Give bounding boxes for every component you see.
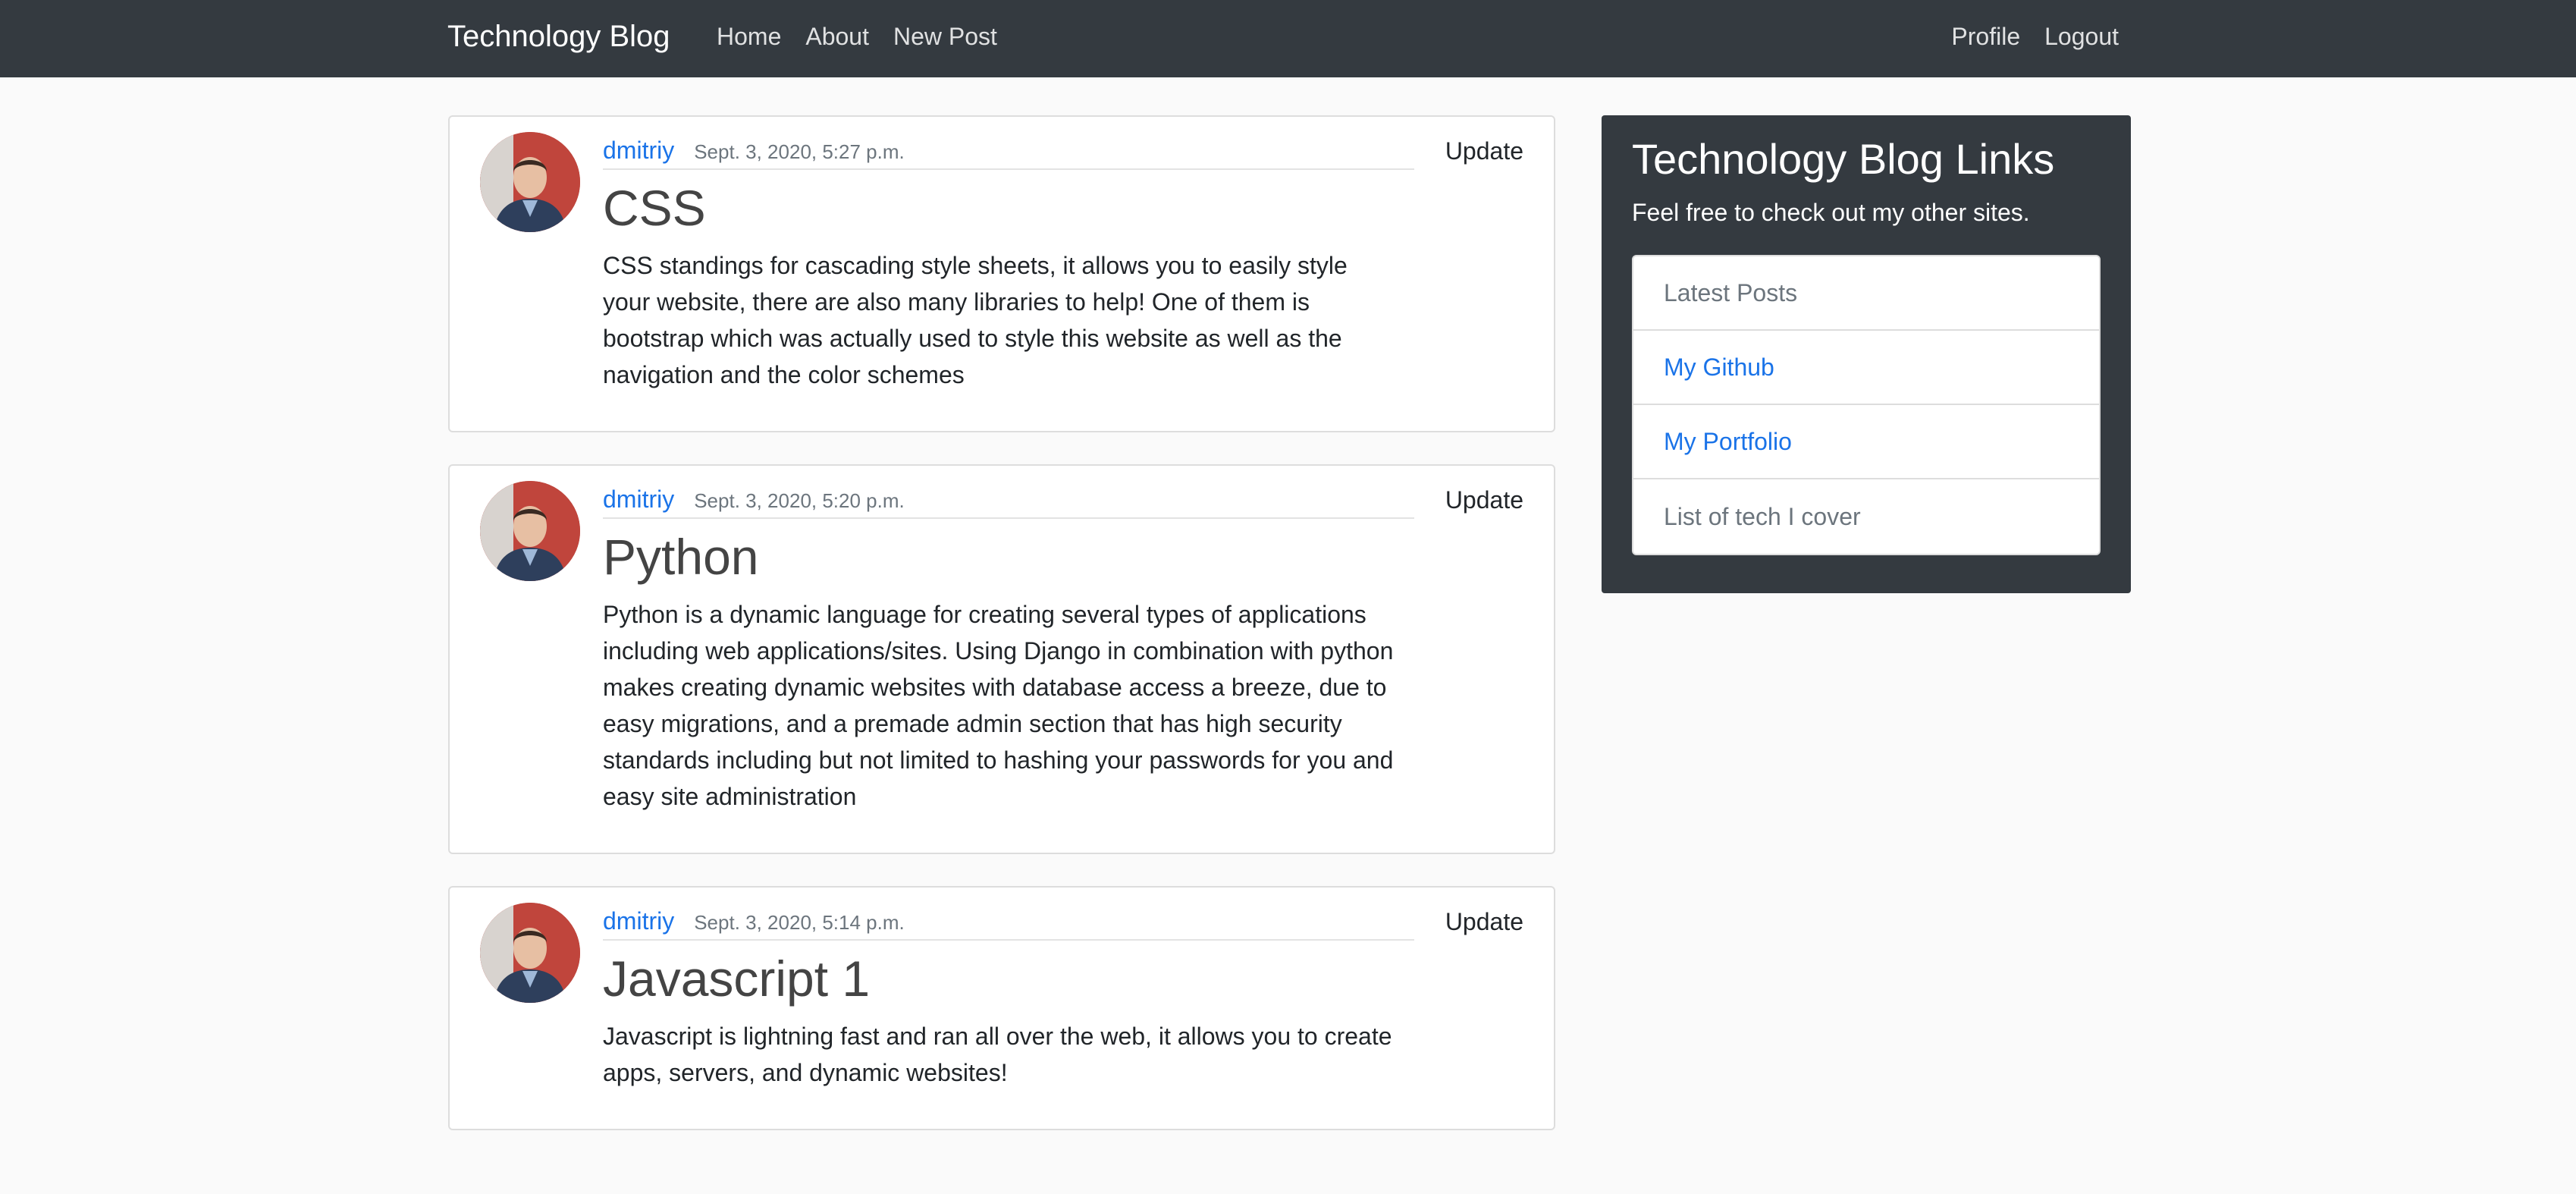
post-meta: dmitriy Sept. 3, 2020, 5:20 p.m. xyxy=(603,481,1414,519)
post-title-link[interactable]: Python xyxy=(603,526,758,587)
avatar-photo-icon xyxy=(480,481,580,581)
author-avatar xyxy=(480,132,580,232)
post-title-link[interactable]: CSS xyxy=(603,178,706,238)
sidebar-panel: Technology Blog Links Feel free to check… xyxy=(1602,115,2131,593)
sidebar-item-latest-posts[interactable]: Latest Posts xyxy=(1633,256,2099,331)
post-card: dmitriy Sept. 3, 2020, 5:20 p.m. Update … xyxy=(448,464,1555,854)
nav-about-link[interactable]: About xyxy=(805,18,869,55)
post-title-link[interactable]: Javascript 1 xyxy=(603,948,870,1009)
post-card: dmitriy Sept. 3, 2020, 5:27 p.m. Update … xyxy=(448,115,1555,432)
post-author-link[interactable]: dmitriy xyxy=(603,132,674,168)
update-post-button[interactable]: Update xyxy=(1445,482,1523,517)
post-date: Sept. 3, 2020, 5:20 p.m. xyxy=(694,489,905,512)
brand-link[interactable]: Technology Blog xyxy=(447,15,670,58)
nav-profile-link[interactable]: Profile xyxy=(1951,18,2020,55)
sidebar-subtitle: Feel free to check out my other sites. xyxy=(1632,199,2030,226)
update-post-button[interactable]: Update xyxy=(1445,904,1523,939)
avatar-photo-icon xyxy=(480,903,580,1003)
post-author-link[interactable]: dmitriy xyxy=(603,481,674,517)
sidebar-item-github[interactable]: My Github xyxy=(1633,331,2099,405)
nav-home-link[interactable]: Home xyxy=(717,18,781,55)
sidebar-item-tech-list[interactable]: List of tech I cover xyxy=(1633,479,2099,554)
author-avatar xyxy=(480,481,580,581)
post-author-link[interactable]: dmitriy xyxy=(603,903,674,939)
post-card: dmitriy Sept. 3, 2020, 5:14 p.m. Update … xyxy=(448,886,1555,1130)
top-navbar: Technology Blog Home About New Post Prof… xyxy=(0,0,2576,77)
sidebar-title: Technology Blog Links xyxy=(1632,135,2055,183)
post-date: Sept. 3, 2020, 5:14 p.m. xyxy=(694,911,905,934)
sidebar-links-list: Latest Posts My Github My Portfolio List… xyxy=(1632,255,2101,555)
nav-links: Home About New Post xyxy=(717,18,997,55)
post-meta: dmitriy Sept. 3, 2020, 5:27 p.m. xyxy=(603,132,1414,170)
post-content: Python is a dynamic language for creatin… xyxy=(603,601,1394,810)
nav-user-links: Profile Logout xyxy=(1951,18,2119,55)
nav-new-post-link[interactable]: New Post xyxy=(893,18,997,55)
author-avatar xyxy=(480,903,580,1003)
sidebar-item-portfolio[interactable]: My Portfolio xyxy=(1633,405,2099,479)
update-post-button[interactable]: Update xyxy=(1445,134,1523,168)
post-date: Sept. 3, 2020, 5:27 p.m. xyxy=(694,140,905,163)
post-content: Javascript is lightning fast and ran all… xyxy=(603,1023,1392,1086)
avatar-photo-icon xyxy=(480,132,580,232)
post-content: CSS standings for cascading style sheets… xyxy=(603,252,1348,388)
post-meta: dmitriy Sept. 3, 2020, 5:14 p.m. xyxy=(603,903,1414,941)
nav-logout-link[interactable]: Logout xyxy=(2044,18,2119,55)
